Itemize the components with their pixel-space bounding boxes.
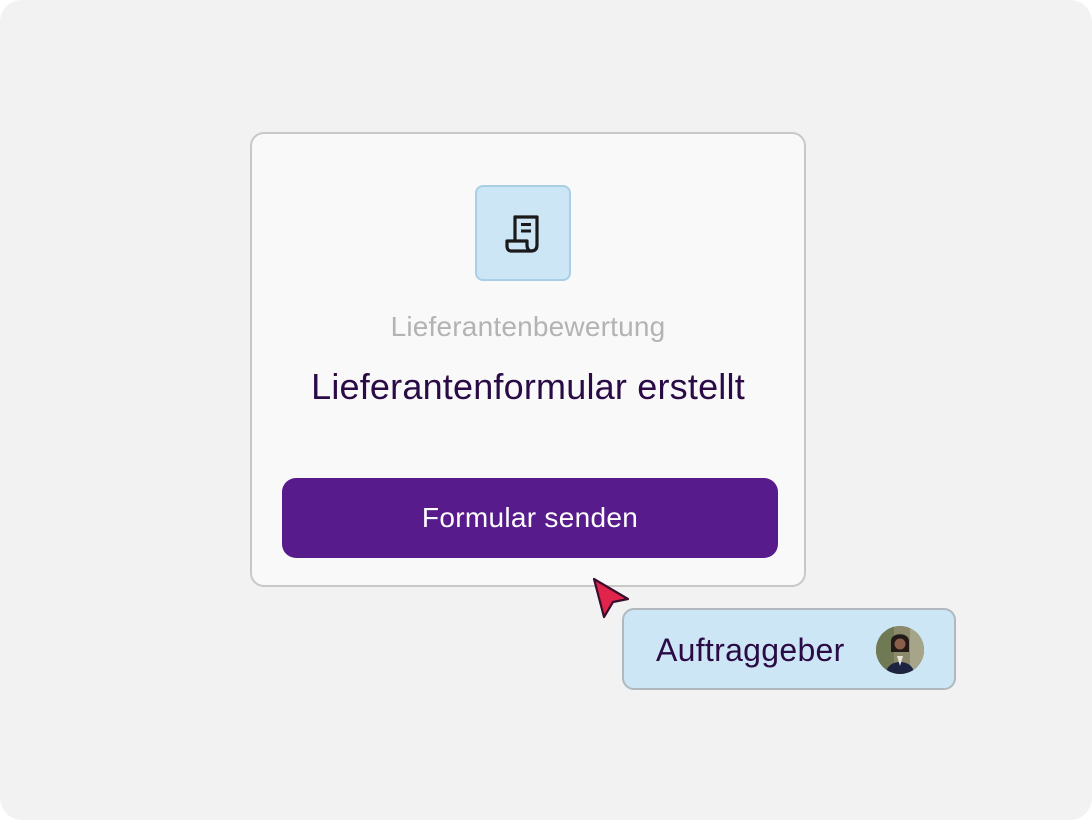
card-title: Lieferantenformular erstellt xyxy=(311,366,745,407)
icon-tile xyxy=(475,185,571,281)
card-subtitle: Lieferantenbewertung xyxy=(390,311,666,342)
avatar xyxy=(876,626,924,674)
canvas: Lieferantenbewertung Lieferantenformular… xyxy=(0,0,1092,820)
send-form-button[interactable]: Formular senden xyxy=(282,478,778,558)
receipt-icon xyxy=(505,215,539,253)
notification-card: Lieferantenbewertung Lieferantenformular… xyxy=(250,132,806,587)
user-badge: Auftraggeber xyxy=(622,608,956,690)
user-badge-label: Auftraggeber xyxy=(656,632,845,668)
